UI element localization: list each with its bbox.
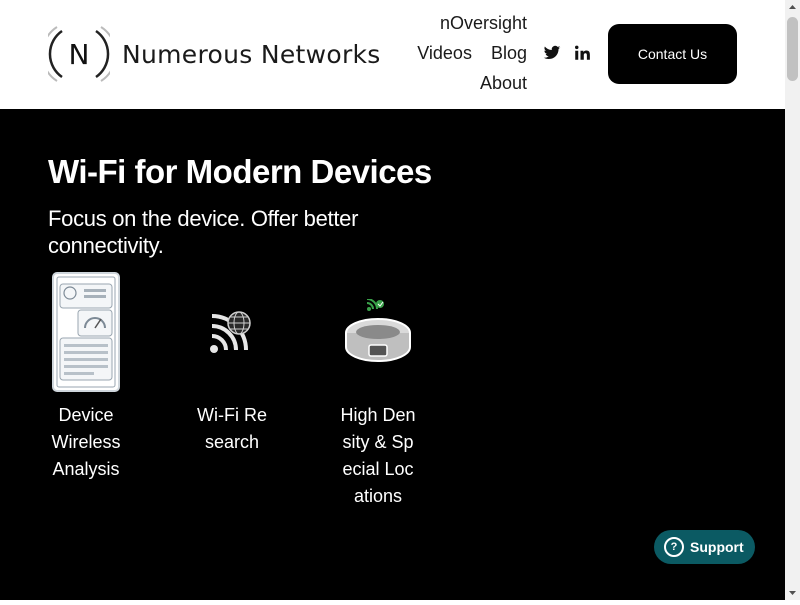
twitter-icon[interactable] [543, 44, 561, 62]
main-nav: nOversight Videos Blog About [387, 8, 527, 98]
feature-label: High Density & Special Locations [340, 405, 416, 506]
social-links [543, 44, 591, 62]
scrollbar-thumb[interactable] [787, 17, 798, 81]
support-button[interactable]: ? Support [654, 530, 755, 564]
support-label: Support [690, 539, 744, 555]
wifi-research-icon [196, 272, 268, 392]
device-analysis-icon [48, 272, 124, 392]
vertical-scrollbar[interactable] [785, 0, 800, 600]
logo-mark-icon: N [48, 26, 110, 82]
page: N Numerous Networks nOversight Videos Bl… [0, 0, 785, 600]
logo-text: Numerous Networks [122, 39, 381, 69]
site-logo[interactable]: N Numerous Networks [48, 25, 381, 83]
feature-label: Wi-Fi Research [197, 405, 267, 452]
nav-link-blog[interactable]: Blog [491, 43, 527, 63]
site-header: N Numerous Networks nOversight Videos Bl… [0, 0, 785, 109]
logo-letter: N [69, 38, 90, 71]
nav-row-2: Videos Blog [387, 38, 527, 68]
hero-title: Wi-Fi for Modern Devices [48, 153, 432, 190]
nav-link-about[interactable]: About [480, 73, 527, 93]
nav-row-1: nOversight [387, 8, 527, 38]
feature-wifi-research[interactable]: Wi-Fi Research [196, 272, 268, 456]
feature-device-analysis[interactable]: Device Wireless Analysis [48, 272, 124, 483]
stadium-icon [340, 272, 416, 392]
hero-section: Wi-Fi for Modern Devices Focus on the de… [0, 109, 785, 600]
feature-label: Device Wireless Analysis [51, 405, 121, 479]
help-icon: ? [664, 537, 684, 557]
linkedin-icon[interactable] [573, 44, 591, 62]
feature-high-density[interactable]: High Density & Special Locations [340, 272, 416, 510]
scroll-up-arrow-icon[interactable] [785, 0, 800, 15]
scroll-down-arrow-icon[interactable] [785, 585, 800, 600]
nav-link-noversight[interactable]: nOversight [440, 13, 527, 33]
contact-us-button[interactable]: Contact Us [608, 24, 737, 84]
hero-subtitle: Focus on the device. Offer better connec… [48, 206, 359, 258]
nav-row-3: About [387, 68, 527, 98]
nav-link-videos[interactable]: Videos [417, 43, 472, 63]
